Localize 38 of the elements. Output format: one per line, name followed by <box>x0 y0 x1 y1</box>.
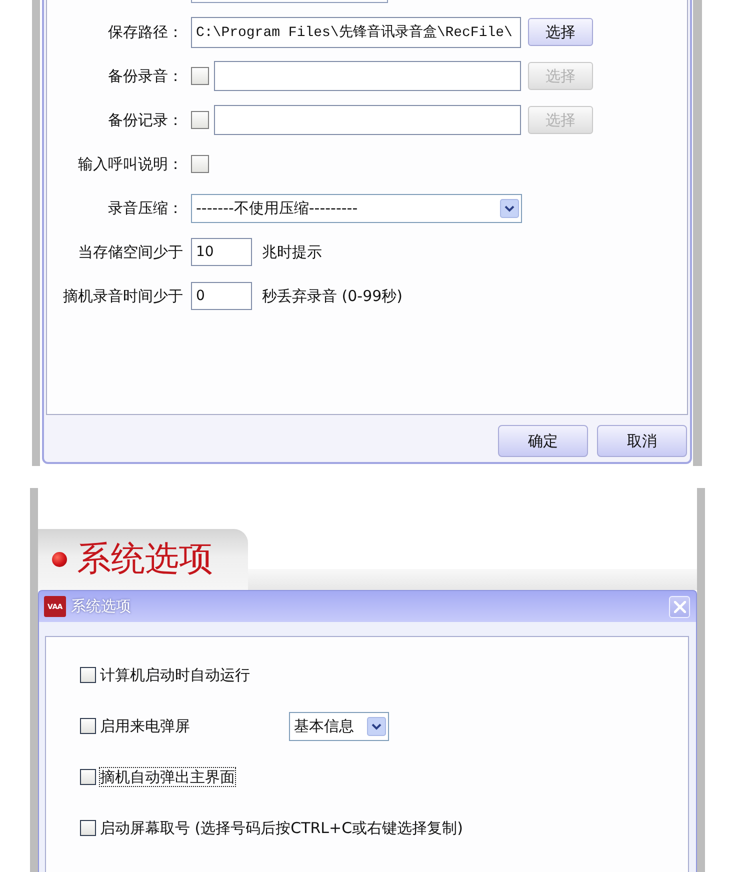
unit-label: 秒丢弃录音 (0-99秒) <box>262 286 403 306</box>
option-label[interactable]: 启动屏幕取号 (选择号码后按CTRL+C或右键选择复制) <box>99 818 464 838</box>
browse-button[interactable]: 选择 <box>528 18 593 46</box>
chevron-down-icon <box>367 716 386 736</box>
close-icon <box>674 600 686 612</box>
number-field[interactable]: 10 <box>191 238 252 266</box>
field-label: 输入呼叫说明： <box>78 154 183 172</box>
close-button[interactable] <box>669 596 690 618</box>
checkbox[interactable] <box>191 155 209 173</box>
checkbox[interactable] <box>80 769 96 785</box>
checkbox[interactable] <box>191 67 209 85</box>
number-field[interactable]: 0 <box>191 282 252 310</box>
input-field[interactable] <box>214 61 521 91</box>
option-label[interactable]: 摘机自动弹出主界面 <box>99 767 236 787</box>
bullet-icon <box>52 552 67 567</box>
input-field[interactable] <box>214 105 521 135</box>
unit-label: 兆时提示 <box>262 242 322 262</box>
dialog-button[interactable]: 确定 <box>498 425 588 457</box>
option-label[interactable]: 计算机启动时自动运行 <box>99 665 251 685</box>
option-label[interactable]: 启用来电弹屏 <box>99 716 191 736</box>
input-field[interactable] <box>191 0 388 3</box>
field-label: 备份录音： <box>108 66 183 84</box>
field-label: 摘机录音时间少于 <box>63 286 183 304</box>
field-label: 录音压缩： <box>108 198 183 216</box>
window-title: 系统选项 <box>71 597 131 616</box>
path-field[interactable]: C:\Program Files\先锋音讯录音盒\RecFile\ <box>191 16 521 48</box>
section-title: 系统选项 <box>77 540 213 578</box>
chevron-down-icon <box>500 198 519 218</box>
checkbox[interactable] <box>80 667 96 683</box>
field-label: 保存路径： <box>108 22 183 40</box>
field-label: 当存储空间少于 <box>78 242 183 260</box>
checkbox[interactable] <box>80 718 96 734</box>
dropdown-field[interactable]: -------不使用压缩--------- <box>191 194 522 222</box>
checkbox[interactable] <box>80 820 96 836</box>
dialog-button[interactable]: 取消 <box>597 425 687 457</box>
field-label: 备份记录： <box>108 110 183 128</box>
checkbox[interactable] <box>191 111 209 129</box>
dropdown-field[interactable]: 基本信息 <box>289 712 389 740</box>
